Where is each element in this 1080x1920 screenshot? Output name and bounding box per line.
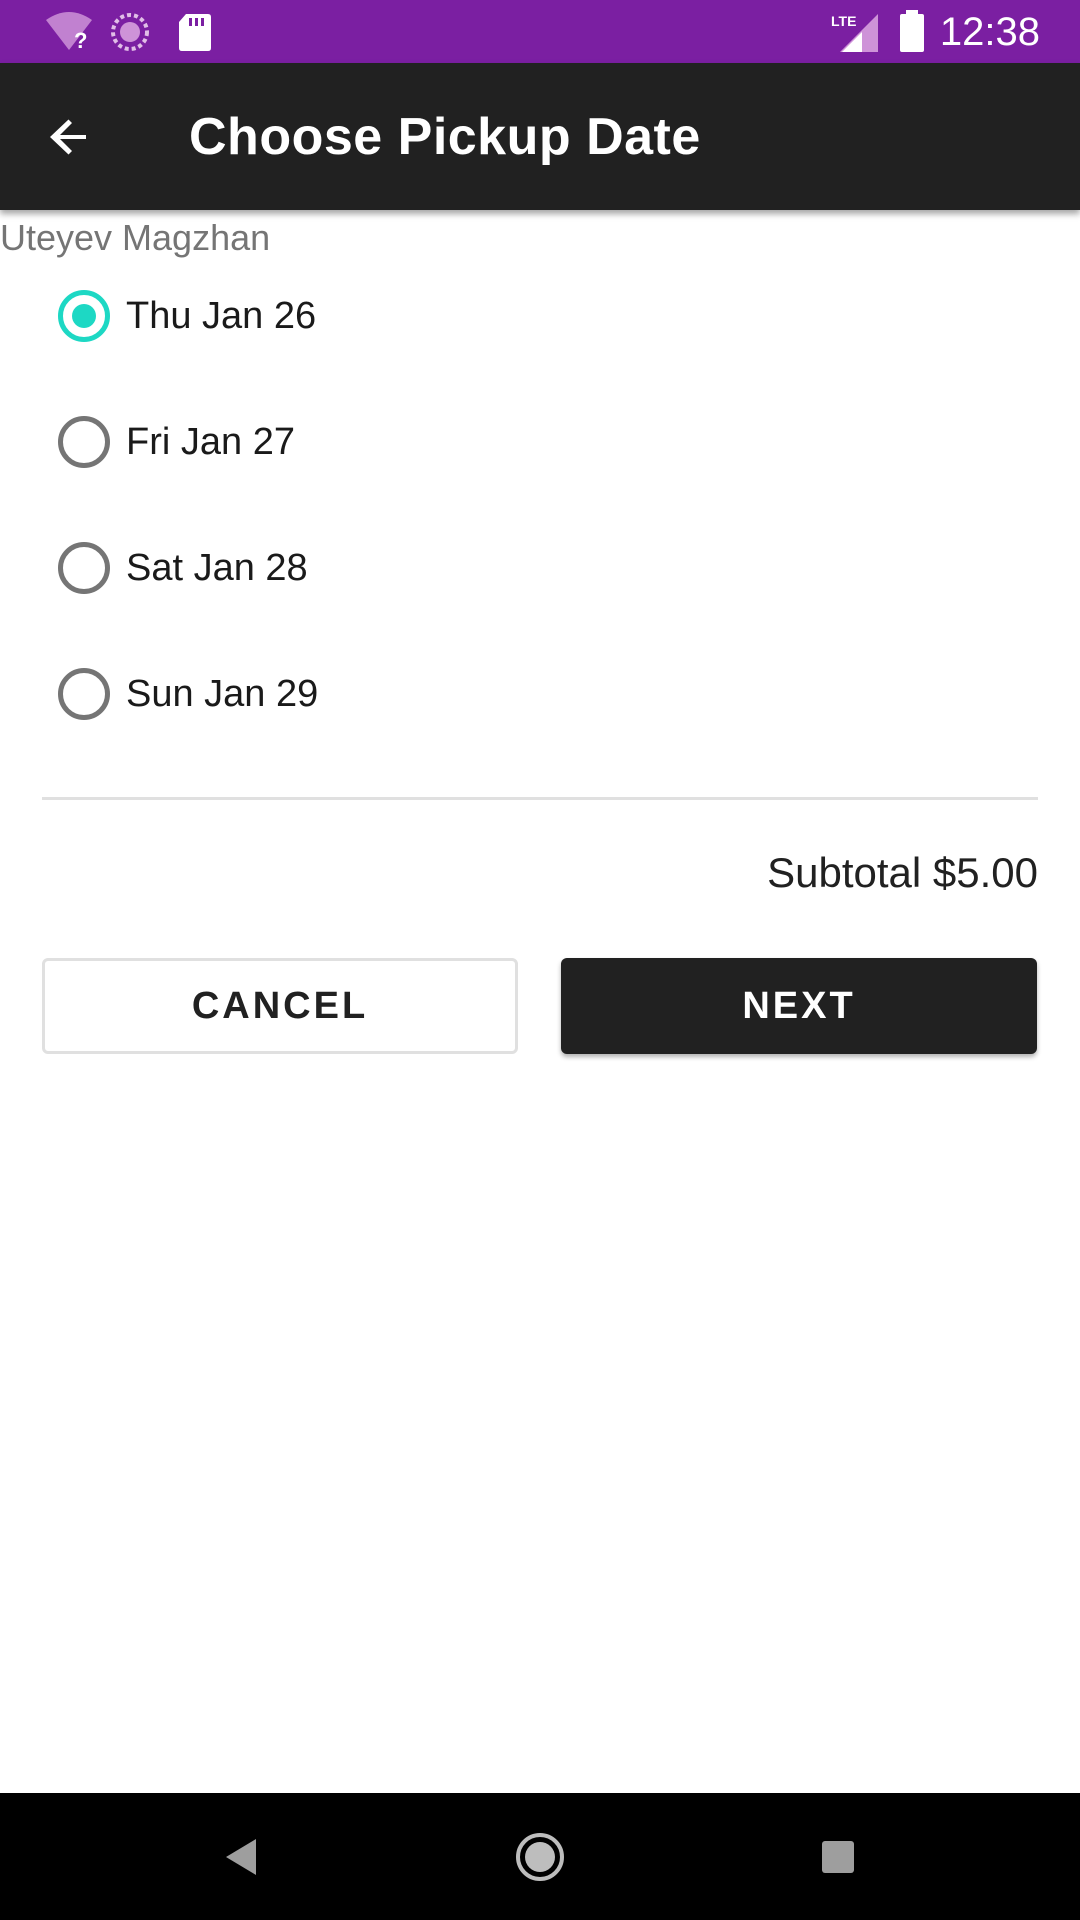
pickup-date-label: Sun Jan 29 xyxy=(126,673,319,715)
nav-recents-button[interactable] xyxy=(802,1821,874,1893)
radio-button[interactable] xyxy=(58,416,110,468)
status-bar: ? LTE 12:38 xyxy=(0,0,1080,63)
system-navigation-bar xyxy=(0,1793,1080,1920)
arrow-back-icon xyxy=(50,119,86,155)
radio-button-selected[interactable] xyxy=(58,290,110,342)
cancel-button[interactable]: CANCEL xyxy=(42,958,518,1054)
radio-button[interactable] xyxy=(58,668,110,720)
nav-back-icon xyxy=(226,1839,256,1875)
radio-button[interactable] xyxy=(58,542,110,594)
back-button[interactable] xyxy=(34,101,106,173)
app-bar: Choose Pickup Date xyxy=(0,63,1080,210)
pickup-date-label: Fri Jan 27 xyxy=(126,421,295,463)
customer-name: Uteyev Magzhan xyxy=(0,217,271,258)
pickup-date-label: Sat Jan 28 xyxy=(126,547,308,589)
svg-text:?: ? xyxy=(74,28,87,52)
nav-back-button[interactable] xyxy=(206,1821,278,1893)
sync-icon xyxy=(111,13,149,51)
divider xyxy=(42,797,1038,800)
sd-card-icon xyxy=(179,14,211,51)
nav-home-button[interactable] xyxy=(504,1821,576,1893)
pickup-date-option[interactable]: Fri Jan 27 xyxy=(40,392,540,492)
next-button[interactable]: NEXT xyxy=(561,958,1037,1054)
page-title: Choose Pickup Date xyxy=(189,108,701,166)
wifi-question-icon: ? xyxy=(46,12,92,52)
nav-recents-icon xyxy=(822,1841,854,1873)
clock: 12:38 xyxy=(939,10,1040,54)
nav-home-icon xyxy=(516,1833,564,1881)
lte-signal-icon: LTE xyxy=(831,13,878,52)
pickup-date-option[interactable]: Sat Jan 28 xyxy=(40,518,540,618)
svg-text:LTE: LTE xyxy=(831,13,856,29)
subtotal: Subtotal $5.00 xyxy=(767,849,1038,896)
pickup-date-option[interactable]: Sun Jan 29 xyxy=(40,644,540,744)
pickup-date-option[interactable]: Thu Jan 26 xyxy=(40,266,540,366)
pickup-date-label: Thu Jan 26 xyxy=(126,295,317,337)
battery-icon xyxy=(900,10,924,52)
